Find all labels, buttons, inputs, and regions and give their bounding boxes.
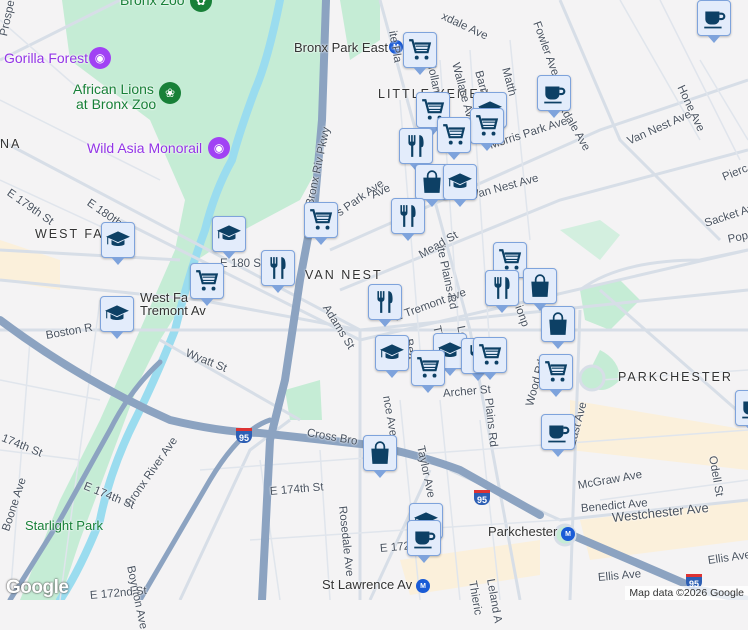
cafe-icon [541, 80, 567, 106]
street-label: E 180 S [220, 258, 261, 270]
neighborhood-na: NA [0, 137, 22, 151]
station-st-lawrence[interactable]: St Lawrence Av [322, 577, 412, 592]
map-attribution[interactable]: Map data ©2026 Google [625, 586, 748, 600]
station-parkchester[interactable]: Parkchester [488, 524, 557, 539]
cafe-marker[interactable] [407, 520, 441, 563]
google-logo: Google [6, 577, 69, 598]
cart-marker[interactable] [403, 32, 437, 75]
shopping-icon [527, 273, 553, 299]
school-marker[interactable] [375, 335, 409, 378]
cafe-icon [411, 525, 437, 551]
cafe-icon [739, 395, 748, 421]
shopping-icon [419, 169, 445, 195]
cart-icon [474, 113, 500, 139]
restaurant-marker[interactable] [368, 284, 402, 327]
shopping-icon [545, 311, 571, 337]
poi-african-lions[interactable]: African Lions [73, 81, 154, 97]
shopping-marker[interactable] [541, 306, 575, 349]
cart-icon [415, 355, 441, 381]
restaurant-icon [403, 133, 429, 159]
camera-pin-icon[interactable]: ◉ [208, 137, 230, 159]
restaurant-marker[interactable] [399, 128, 433, 171]
school-icon [104, 301, 130, 327]
neighborhood-parkchester: PARKCHESTER [618, 370, 733, 384]
school-icon [105, 227, 131, 253]
poi-starlight-park[interactable]: Starlight Park [25, 518, 103, 533]
cart-marker[interactable] [473, 337, 507, 380]
school-marker[interactable] [100, 296, 134, 339]
cafe-icon [701, 5, 727, 31]
cart-icon [407, 37, 433, 63]
station-bronx-park-east[interactable]: Bronx Park East [294, 40, 388, 55]
cafe-marker[interactable] [697, 0, 731, 43]
cart-marker[interactable] [539, 354, 573, 397]
school-marker[interactable] [212, 216, 246, 259]
restaurant-icon [489, 275, 515, 301]
cafe-icon [545, 419, 571, 445]
paw-pin-icon[interactable]: ❀ [159, 82, 181, 104]
shopping-icon [367, 440, 393, 466]
cart-icon [477, 342, 503, 368]
restaurant-icon [395, 203, 421, 229]
cafe-marker[interactable] [537, 75, 571, 118]
cart-icon [441, 122, 467, 148]
poi-wild-asia-monorail[interactable]: Wild Asia Monorail [87, 140, 202, 156]
restaurant-icon [372, 289, 398, 315]
neighborhood-van-nest: VAN NEST [305, 268, 383, 282]
cart-marker[interactable] [411, 350, 445, 393]
cart-icon [543, 359, 569, 385]
neighborhood-west-farms: WEST FA [35, 227, 104, 241]
cafe-marker[interactable] [541, 414, 575, 457]
school-marker[interactable] [101, 222, 135, 265]
cafe-marker[interactable] [735, 390, 748, 433]
subway-icon[interactable]: M [561, 527, 575, 541]
cart-icon [194, 268, 220, 294]
school-icon [216, 221, 242, 247]
restaurant-icon [265, 255, 291, 281]
i95-shield-icon: 95 [236, 428, 252, 443]
poi-gorilla-forest[interactable]: Gorilla Forest [4, 50, 88, 66]
restaurant-marker[interactable] [485, 270, 519, 313]
shopping-marker[interactable] [523, 268, 557, 311]
poi-african-lions-line2[interactable]: at Bronx Zoo [76, 96, 156, 112]
restaurant-marker[interactable] [391, 198, 425, 241]
cart-marker[interactable] [190, 263, 224, 306]
parkchester-oval [578, 364, 606, 392]
school-icon [379, 340, 405, 366]
cart-marker[interactable] [437, 117, 471, 160]
school-icon [447, 169, 473, 195]
school-marker[interactable] [443, 164, 477, 207]
i95-shield-icon: 95 [474, 490, 490, 505]
cart-icon [308, 207, 334, 233]
cart-marker[interactable] [304, 202, 338, 245]
subway-icon[interactable]: M [416, 579, 430, 593]
station-west-farms-line2[interactable]: Tremont Av [140, 303, 206, 318]
camera-pin-icon[interactable]: ◉ [89, 47, 111, 69]
shopping-marker[interactable] [363, 435, 397, 478]
cart-marker[interactable] [470, 108, 504, 151]
poi-bronx-zoo[interactable]: Bronx Zoo [120, 0, 185, 8]
restaurant-marker[interactable] [261, 250, 295, 293]
